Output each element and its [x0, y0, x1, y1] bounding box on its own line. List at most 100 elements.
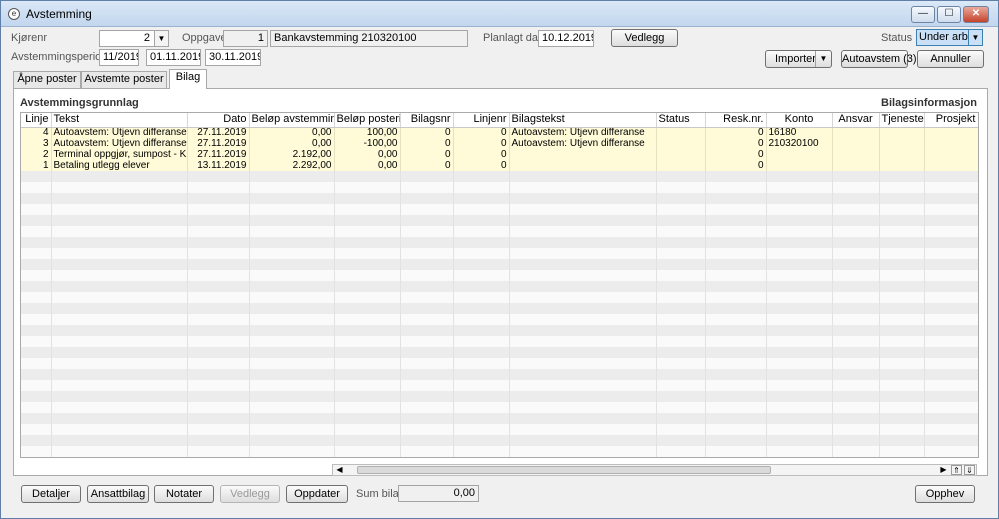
table-cell[interactable]: 4 — [21, 127, 52, 138]
table-cell[interactable] — [832, 160, 880, 171]
table-cell[interactable] — [924, 160, 978, 171]
table-cell[interactable]: 2.192,00 — [249, 149, 335, 160]
table-cell[interactable]: -100,00 — [334, 138, 401, 149]
detaljer-button[interactable]: Detaljer — [21, 485, 81, 503]
col-header-resk-nr[interactable]: Resk.nr. — [705, 113, 767, 128]
scroll-up-page-icon[interactable]: ⇑ — [951, 465, 962, 475]
planlagt-dato-field[interactable]: 10.12.2019 — [538, 30, 594, 47]
col-header-dato[interactable]: Dato — [187, 113, 250, 128]
table-cell[interactable] — [879, 149, 925, 160]
close-icon[interactable]: ✕ — [963, 6, 989, 23]
table-cell[interactable]: 0 — [400, 138, 454, 149]
table-row[interactable]: 2 Terminal oppgjør, sumpost - K 27.11.2019… — [21, 149, 978, 160]
table-cell[interactable] — [879, 127, 925, 138]
opphev-button[interactable]: Opphev — [915, 485, 975, 503]
table-cell[interactable]: 0 — [400, 127, 454, 138]
table-cell[interactable]: 0 — [453, 149, 510, 160]
table-cell[interactable]: 0 — [400, 160, 454, 171]
col-header-linjenr[interactable]: Linjenr — [453, 113, 510, 128]
table-cell[interactable]: 0 — [453, 138, 510, 149]
table-cell[interactable] — [924, 149, 978, 160]
scroll-down-page-icon[interactable]: ⇓ — [964, 465, 975, 475]
table-cell[interactable] — [656, 127, 706, 138]
periode-field[interactable]: 11/2019 — [99, 49, 139, 66]
annuller-button[interactable]: Annuller — [917, 50, 984, 68]
table-row[interactable]: 4 Autoavstem: Utjevn differanse 27.11.2019… — [21, 127, 978, 138]
table-cell[interactable] — [832, 127, 880, 138]
ansattbilag-button[interactable]: Ansattbilag — [87, 485, 149, 503]
vedlegg-header-button[interactable]: Vedlegg — [611, 29, 678, 47]
table-cell[interactable] — [832, 138, 880, 149]
table-cell[interactable]: 0 — [453, 127, 510, 138]
table-cell[interactable]: 0 — [705, 160, 767, 171]
table-row[interactable]: 3 Autoavstem: Utjevn differanse 27.11.2019… — [21, 138, 978, 149]
scroll-left-icon[interactable]: ◀ — [334, 465, 345, 475]
col-header-belop-avstemming[interactable]: Beløp avstemming — [249, 113, 335, 128]
scrollbar-thumb[interactable] — [357, 466, 771, 474]
table-cell[interactable] — [879, 160, 925, 171]
table-cell[interactable] — [656, 160, 706, 171]
table-cell[interactable]: 1 — [21, 160, 52, 171]
tab-apne-poster[interactable]: Åpne poster — [13, 71, 81, 88]
col-header-ansvar[interactable]: Ansvar — [832, 113, 880, 128]
col-header-tjeneste[interactable]: Tjeneste — [879, 113, 925, 128]
table-cell[interactable] — [509, 160, 657, 171]
table-cell[interactable] — [656, 138, 706, 149]
tab-bilag[interactable]: Bilag — [169, 69, 207, 89]
col-header-bilagstekst[interactable]: Bilagstekst — [509, 113, 657, 128]
table-cell[interactable]: 0 — [705, 149, 767, 160]
col-header-linje[interactable]: Linje — [21, 113, 52, 128]
table-cell[interactable]: Autoavstem: Utjevn differanse — [51, 127, 188, 138]
table-cell[interactable]: 0 — [705, 138, 767, 149]
scroll-right-icon[interactable]: ▶ — [938, 465, 949, 475]
table-cell[interactable]: Autoavstem: Utjevn differanse — [51, 138, 188, 149]
table-cell[interactable]: Terminal oppgjør, sumpost - K — [51, 149, 188, 160]
table-cell[interactable]: Betaling utlegg elever — [51, 160, 188, 171]
table-cell[interactable]: 0 — [453, 160, 510, 171]
minimize-icon[interactable]: — — [911, 6, 935, 23]
table-cell[interactable] — [766, 149, 833, 160]
table-cell[interactable]: 0,00 — [249, 138, 335, 149]
table-cell[interactable]: 27.11.2019 — [187, 149, 250, 160]
table-cell[interactable]: 2.292,00 — [249, 160, 335, 171]
table-cell[interactable]: Autoavstem: Utjevn differanse — [509, 138, 657, 149]
table-cell[interactable]: 0,00 — [334, 160, 401, 171]
importer-button[interactable]: Importer ▼ — [765, 50, 832, 68]
table-cell[interactable] — [766, 160, 833, 171]
table-cell[interactable]: 0 — [400, 149, 454, 160]
col-header-prosjekt[interactable]: Prosjekt — [924, 113, 978, 128]
table-cell[interactable]: 27.11.2019 — [187, 127, 250, 138]
notater-button[interactable]: Notater — [154, 485, 214, 503]
chevron-down-icon[interactable]: ▼ — [815, 51, 831, 67]
table-cell[interactable] — [924, 127, 978, 138]
kjorenr-select[interactable]: 2 ▼ — [99, 30, 169, 47]
tab-avstemte-poster[interactable]: Avstemte poster — [81, 71, 167, 88]
col-header-tekst[interactable]: Tekst — [51, 113, 188, 128]
table-cell[interactable]: 2 — [21, 149, 52, 160]
chevron-down-icon[interactable]: ▼ — [154, 31, 168, 46]
col-header-konto[interactable]: Konto — [766, 113, 833, 128]
chevron-down-icon[interactable]: ▼ — [968, 30, 982, 45]
table-cell[interactable] — [509, 149, 657, 160]
table-cell[interactable]: 0 — [705, 127, 767, 138]
table-cell[interactable]: 0,00 — [249, 127, 335, 138]
table-cell[interactable] — [924, 138, 978, 149]
table-cell[interactable]: 3 — [21, 138, 52, 149]
table-cell[interactable]: Autoavstem: Utjevn differanse — [509, 127, 657, 138]
bilag-grid[interactable]: Linje Tekst Dato Beløp avstemming Beløp … — [20, 112, 979, 458]
table-cell[interactable] — [879, 138, 925, 149]
col-header-bilagsnr[interactable]: Bilagsnr — [400, 113, 454, 128]
table-cell[interactable] — [832, 149, 880, 160]
from-date-field[interactable]: 01.11.2019 — [146, 49, 201, 66]
col-header-belop-postering[interactable]: Beløp postering — [334, 113, 401, 128]
table-cell[interactable]: 100,00 — [334, 127, 401, 138]
horizontal-scrollbar[interactable]: ◀ ▶ ⇑ ⇓ — [332, 464, 977, 476]
table-cell[interactable] — [656, 149, 706, 160]
maximize-icon[interactable]: ☐ — [937, 6, 961, 23]
to-date-field[interactable]: 30.11.2019 — [205, 49, 261, 66]
status-select[interactable]: Under arbeid ▼ — [916, 29, 983, 46]
table-cell[interactable]: 210320100 — [766, 138, 833, 149]
table-row[interactable]: 1 Betaling utlegg elever 13.11.2019 2.292,0… — [21, 160, 978, 171]
table-cell[interactable]: 16180 — [766, 127, 833, 138]
col-header-status[interactable]: Status — [656, 113, 706, 128]
